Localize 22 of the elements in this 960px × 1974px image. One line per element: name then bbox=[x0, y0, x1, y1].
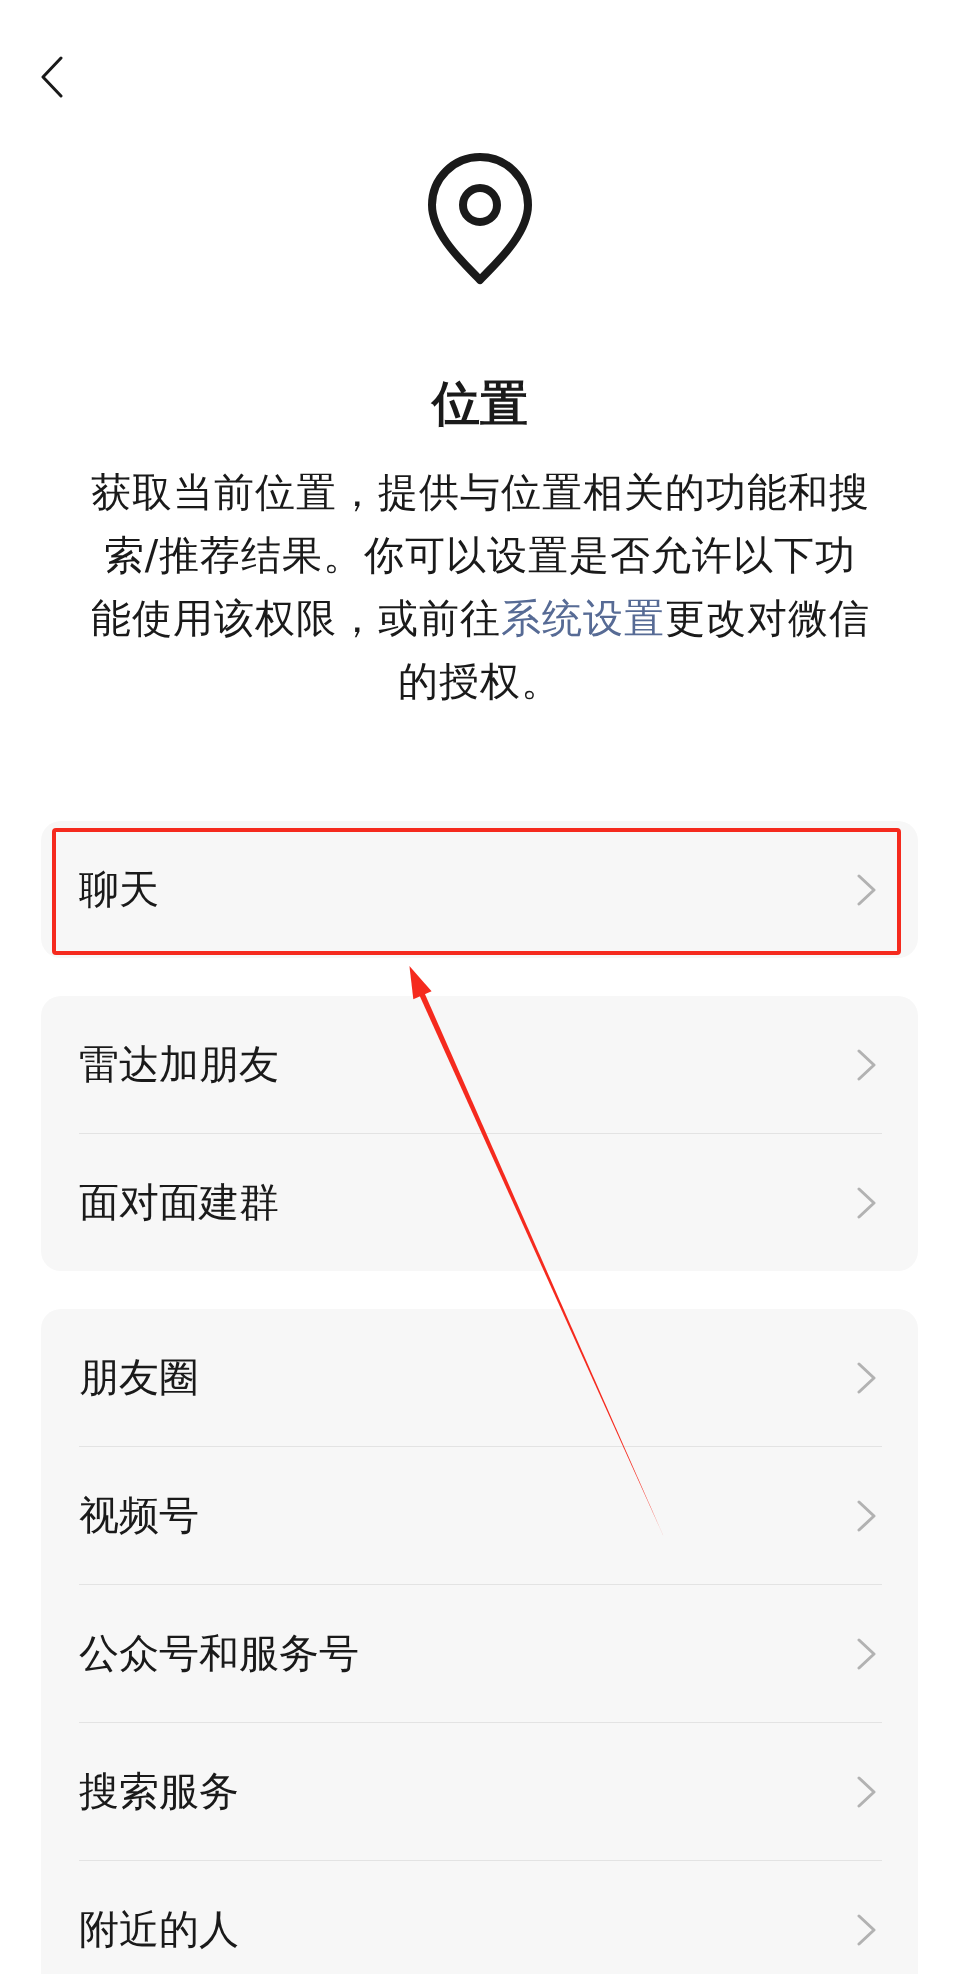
chevron-right-icon bbox=[857, 1186, 877, 1219]
back-icon bbox=[41, 56, 63, 98]
chevron-right-icon bbox=[857, 1048, 877, 1081]
chevron-right-icon bbox=[857, 873, 877, 906]
back-button[interactable] bbox=[41, 56, 63, 98]
list-item[interactable]: 搜索服务 bbox=[41, 1723, 918, 1860]
system-settings-link[interactable]: 系统设置 bbox=[500, 595, 665, 641]
list-item[interactable]: 聊天 bbox=[41, 821, 918, 958]
list-item[interactable]: 朋友圈 bbox=[41, 1309, 918, 1446]
page-title: 位置 bbox=[430, 374, 529, 433]
chevron-right-icon bbox=[857, 1637, 877, 1670]
location-pin-icon bbox=[428, 153, 532, 285]
description-text: 获取当前位置，提供与位置相关的功能和搜索/推荐结果。你可以设置是否允许以下功能使用该权限，或前往系统设置更改对微信的授权。 bbox=[89, 468, 871, 706]
list-item[interactable]: 视频号 bbox=[41, 1447, 918, 1584]
chevron-right-icon bbox=[857, 1913, 877, 1946]
chevron-right-icon bbox=[857, 1775, 877, 1808]
list-item[interactable]: 公众号和服务号 bbox=[41, 1585, 918, 1722]
list-item[interactable]: 附近的人 bbox=[41, 1861, 918, 1974]
chevron-right-icon bbox=[857, 1499, 877, 1532]
chevron-right-icon bbox=[857, 1361, 877, 1394]
list-item[interactable]: 面对面建群 bbox=[41, 1134, 918, 1271]
list-item[interactable]: 雷达加朋友 bbox=[41, 996, 918, 1133]
